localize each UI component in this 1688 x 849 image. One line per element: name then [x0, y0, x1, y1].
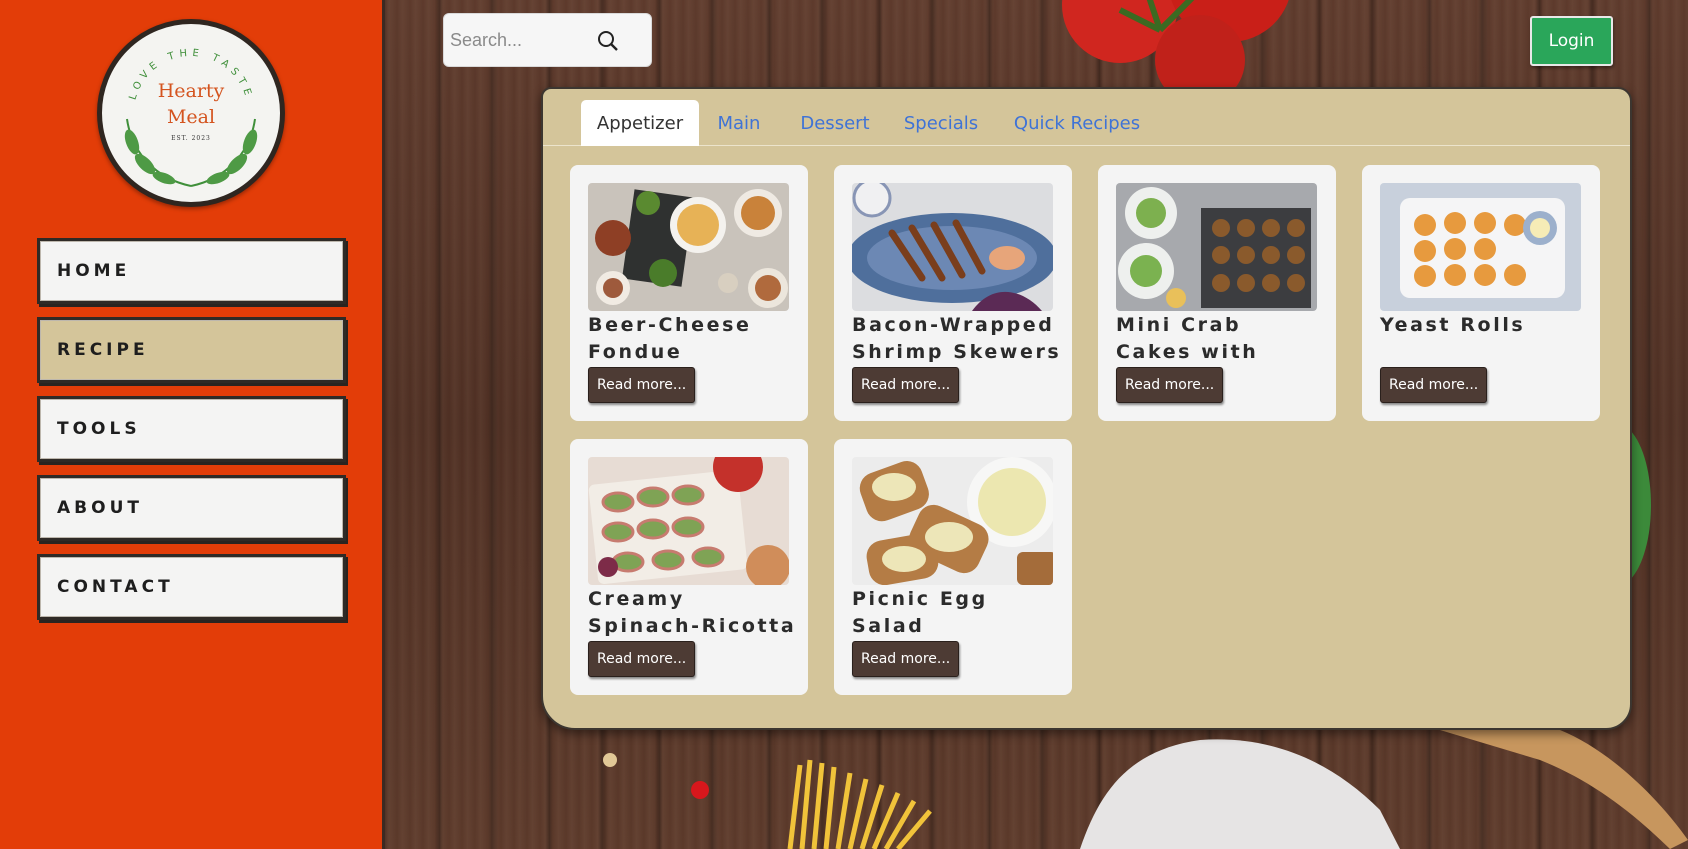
tomato-decoration [1060, 0, 1290, 105]
sidebar: LOVE THE TASTE Hearty Meal EST. 2023 HOM… [0, 0, 385, 849]
tab-specials[interactable]: Specials [900, 100, 982, 146]
tab-dessert[interactable]: Dessert [797, 100, 873, 146]
nav-tools[interactable]: TOOLS [37, 396, 346, 462]
recipe-image[interactable] [852, 457, 1053, 585]
nav-home[interactable]: HOME [37, 238, 346, 304]
recipe-title: Picnic Egg Salad [852, 588, 988, 637]
nav-contact[interactable]: CONTACT [37, 554, 346, 620]
recipe-panel: Appetizer Main Dessert Specials Quick Re… [541, 87, 1632, 730]
tab-main[interactable]: Main [713, 100, 765, 146]
recipe-image[interactable] [588, 183, 789, 311]
peppercorn-decoration [602, 752, 618, 768]
cloth-decoration [1060, 730, 1400, 849]
recipe-card: Bacon-Wrapped Shrimp Skewers Read more..… [834, 165, 1072, 421]
recipe-image[interactable] [1116, 183, 1317, 311]
tab-quick-recipes[interactable]: Quick Recipes [1010, 100, 1144, 146]
leaf-decoration [1628, 430, 1658, 580]
read-more-button[interactable]: Read more... [588, 367, 696, 403]
recipe-card: Mini Crab Cakes with Cajun Read more... [1098, 165, 1336, 421]
svg-text:EST. 2023: EST. 2023 [171, 135, 211, 142]
recipe-image[interactable] [852, 183, 1053, 311]
spoon-decoration [1440, 730, 1688, 849]
search-box [443, 13, 652, 67]
svg-text:Hearty: Hearty [158, 80, 225, 102]
hearty-meal-logo[interactable]: LOVE THE TASTE Hearty Meal EST. 2023 [97, 19, 285, 207]
recipe-card: Yeast Rolls Read more... [1362, 165, 1600, 421]
pasta-decoration [770, 755, 970, 849]
recipe-card: Creamy Spinach-Ricotta Crostini Read mor… [570, 439, 808, 695]
nav-about[interactable]: ABOUT [37, 475, 346, 541]
recipe-card: Beer-Cheese Fondue Read more... [570, 165, 808, 421]
search-input[interactable] [450, 14, 600, 66]
nav-recipe-label: RECIPE [57, 340, 149, 360]
recipe-title: Bacon-Wrapped Shrimp Skewers [852, 314, 1062, 363]
read-more-button[interactable]: Read more... [852, 367, 960, 403]
read-more-button[interactable]: Read more... [1116, 367, 1224, 403]
nav-about-label: ABOUT [57, 498, 143, 518]
main-nav: HOME RECIPE TOOLS ABOUT CONTACT [37, 238, 346, 633]
recipe-title: Beer-Cheese Fondue [588, 314, 752, 363]
recipe-card: Picnic Egg Salad Read more... [834, 439, 1072, 695]
nav-tools-label: TOOLS [57, 419, 141, 439]
read-more-button[interactable]: Read more... [588, 641, 696, 677]
tab-appetizer[interactable]: Appetizer [581, 100, 699, 146]
nav-contact-label: CONTACT [57, 577, 174, 597]
recipe-image[interactable] [1380, 183, 1581, 311]
nav-recipe[interactable]: RECIPE [37, 317, 346, 383]
read-more-button[interactable]: Read more... [852, 641, 960, 677]
search-icon[interactable] [597, 30, 619, 57]
recipe-image[interactable] [588, 457, 789, 585]
svg-text:Meal: Meal [167, 106, 215, 128]
recipe-title: Yeast Rolls [1380, 314, 1526, 336]
nav-home-label: HOME [57, 261, 131, 281]
read-more-button[interactable]: Read more... [1380, 367, 1488, 403]
login-button[interactable]: Login [1530, 16, 1613, 66]
pepper-decoration [690, 780, 710, 800]
category-tabs: Appetizer Main Dessert Specials Quick Re… [543, 89, 1630, 146]
